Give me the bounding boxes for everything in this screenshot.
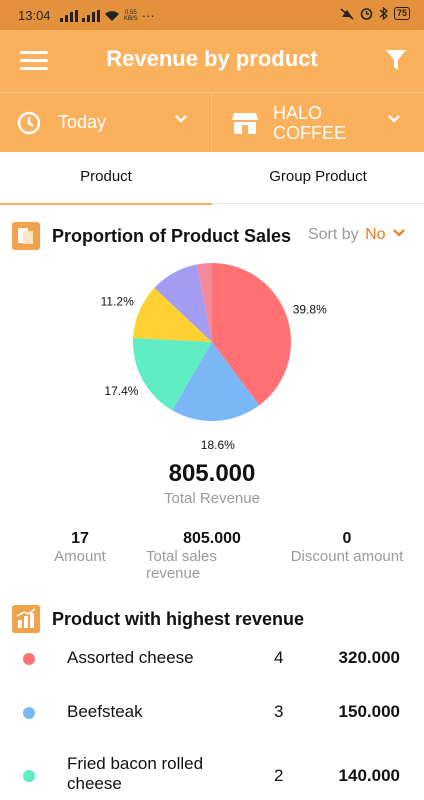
product-name: Fried bacon rolled cheese [67,754,204,793]
status-time: 13:04 [18,8,51,23]
product-qty: 2 [274,766,284,785]
pie-slice-label: 18.6% [201,438,235,450]
sales-value: 805.000 [183,530,241,547]
filter-icon[interactable] [384,48,408,72]
color-dot [23,770,35,782]
mute-icon [340,7,354,20]
sort-by-label: Sort by [307,226,359,243]
date-filter-label: Today [58,112,107,132]
battery-indicator: 75 [393,7,410,20]
discount-caption: Discount amount [290,548,404,565]
receipt-icon [12,222,40,250]
store-filter[interactable]: HALO COFFEE [213,93,424,152]
chevron-down-icon [175,115,187,123]
tab-bar: Product Group Product [0,152,424,205]
discount-value: 0 [342,530,352,547]
sales-stat: 805.000 Total sales revenue [142,530,282,582]
alarm-icon [360,8,373,20]
pie-slice-label: 17.4% [104,384,138,398]
list-item[interactable]: Assorted cheese 4 320.000 [0,640,424,694]
product-name: Beefsteak [67,702,143,721]
pie-slice-label: 39.8% [293,303,327,317]
pie-slice-label: 11.2% [101,295,134,309]
store-icon [232,112,258,134]
product-qty: 4 [274,648,284,667]
proportion-header: Proportion of Product Sales [12,222,291,250]
product-revenue: 320.000 [338,648,400,667]
signal-icon-2 [82,9,100,22]
sort-by-dropdown[interactable]: Sort by No [308,226,406,244]
network-speed: 0.55 KB/S [124,9,138,22]
amount-stat: 17 Amount [40,530,120,565]
more-icon: ··· [141,8,155,23]
wifi-icon [105,10,119,21]
page-title: Revenue by product [106,46,318,71]
amount-value: 17 [71,530,89,547]
color-dot [23,653,35,665]
chevron-down-icon [393,229,405,237]
pie-chart: 39.8%18.6%17.4%11.2%9.9% [101,263,327,450]
total-revenue-caption: Total Revenue [164,490,260,507]
highest-revenue-title: Product with highest revenue [52,608,305,629]
list-item[interactable]: Fried bacon rolled cheese 2 140.000 [0,748,424,800]
product-name: Assorted cheese [67,648,194,667]
tab-group-product[interactable]: Group Product [212,152,424,204]
highest-revenue-header: Product with highest revenue [12,605,304,633]
total-revenue: 805.000 Total Revenue [0,460,424,507]
total-revenue-value: 805.000 [168,460,256,487]
store-filter-label: HALO COFFEE [273,102,347,143]
sort-by-value: No [365,226,386,243]
filter-bar: Today HALO COFFEE [0,92,424,152]
signal-icon [60,9,78,22]
product-qty: 3 [274,702,284,721]
date-filter[interactable]: Today [0,93,212,152]
list-item[interactable]: Beefsteak 3 150.000 [0,694,424,748]
bluetooth-icon [379,7,388,20]
sales-caption: Total sales revenue [146,548,217,582]
bar-chart-icon [12,605,40,633]
clock-icon [17,111,41,134]
amount-caption: Amount [54,548,106,565]
chevron-down-icon [388,115,400,123]
proportion-title: Proportion of Product Sales [52,225,292,246]
tab-product[interactable]: Product [0,152,212,205]
app-bar: Revenue by product [0,30,424,92]
product-revenue: 150.000 [338,702,400,721]
status-bar: 13:04 0.55 KB/S ··· 75 [0,0,424,30]
product-revenue: 140.000 [338,766,400,785]
color-dot [23,707,35,719]
discount-stat: 0 Discount amount [282,530,412,565]
